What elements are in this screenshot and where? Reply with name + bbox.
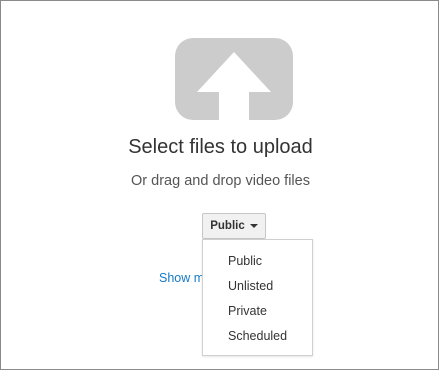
privacy-option-public[interactable]: Public [203,249,312,274]
privacy-selected-label: Public [210,220,245,232]
privacy-dropdown-menu: Public Unlisted Private Scheduled [202,239,313,356]
show-more-link[interactable]: Show more [159,271,203,285]
upload-title: Select files to upload [128,136,313,158]
privacy-option-unlisted[interactable]: Unlisted [203,274,312,299]
privacy-option-scheduled[interactable]: Scheduled [203,324,312,349]
upload-panel: Select files to upload Or drag and drop … [0,0,439,370]
privacy-option-private[interactable]: Private [203,299,312,324]
caret-down-icon [249,223,258,228]
privacy-dropdown-button[interactable]: Public [202,213,266,239]
upload-arrow-icon[interactable] [175,38,293,120]
upload-subtitle: Or drag and drop video files [131,173,310,189]
